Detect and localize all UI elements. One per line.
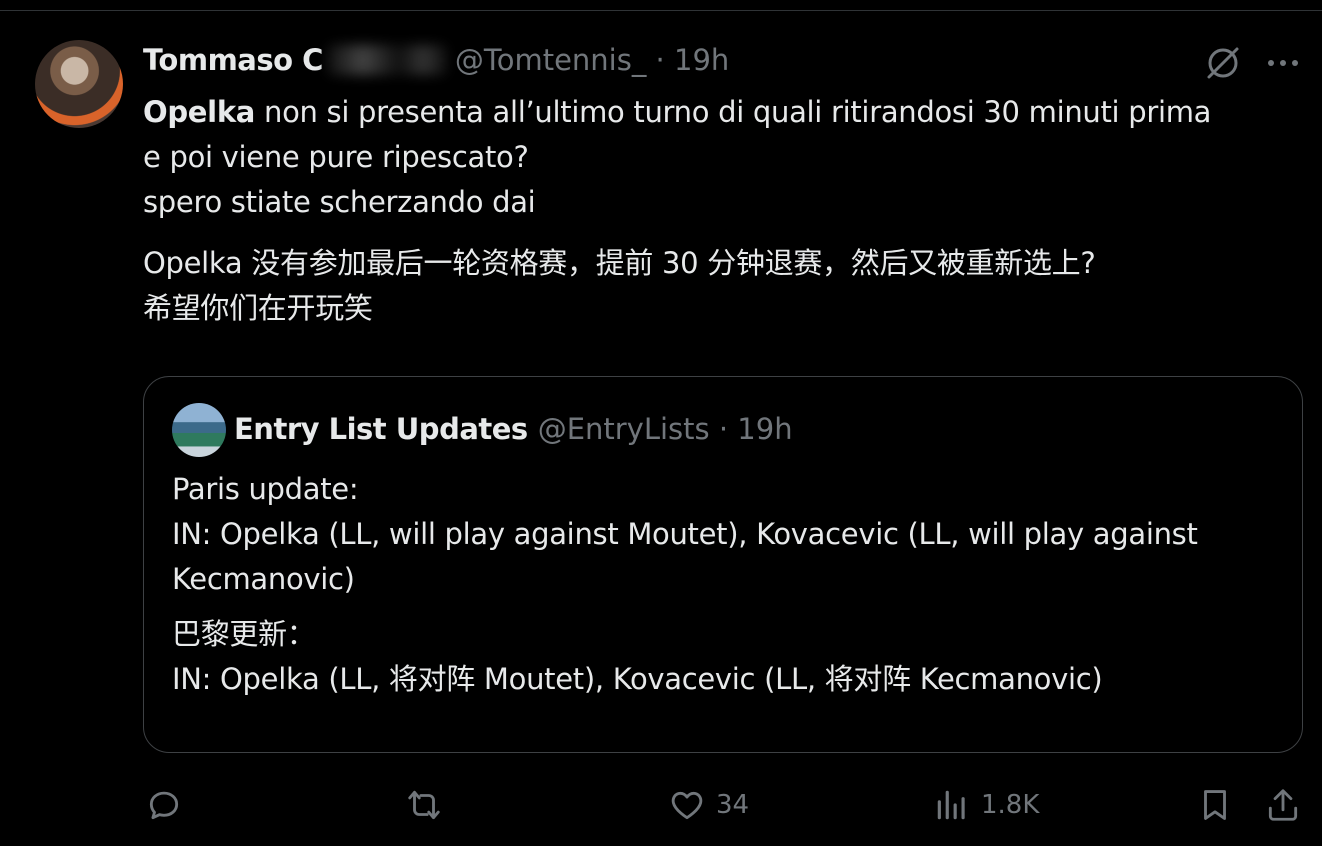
quoted-tweet-card[interactable]: Entry List Updates @EntryLists · 19h Par… [143, 376, 1303, 753]
grok-icon[interactable] [1203, 42, 1243, 82]
views-button[interactable]: 1.8K [933, 780, 1039, 830]
tweet-translation-line-1: Opelka 没有参加最后一轮资格赛，提前 30 分钟退赛，然后又被重新选上? [143, 246, 1096, 280]
bookmark-icon [1204, 790, 1226, 820]
share-button[interactable] [1264, 780, 1302, 830]
tweet-header: Tommaso C @Tomtennis_ · 19h [143, 38, 729, 82]
share-icon [1268, 789, 1298, 821]
quoted-tweet-body: Paris update: IN: Opelka (LL, will play … [172, 467, 1282, 702]
quoted-author-handle-time[interactable]: @EntryLists · 19h [538, 412, 793, 446]
quoted-author-avatar[interactable] [172, 403, 226, 457]
author-avatar[interactable] [35, 40, 123, 128]
retweet-button[interactable] [405, 780, 443, 830]
tweet-line-2: e poi viene pure ripescato? [143, 140, 529, 174]
reply-icon [149, 791, 179, 820]
like-count: 34 [716, 790, 750, 820]
more-options-icon[interactable] [1263, 48, 1303, 78]
quoted-translation-line-1: 巴黎更新： [172, 617, 316, 651]
redacted-name-part [326, 45, 447, 75]
reply-button[interactable] [145, 780, 183, 830]
author-display-name[interactable]: Tommaso C [143, 43, 323, 77]
tweet-translation-line-2: 希望你们在开玩笑 [143, 291, 373, 325]
views-icon [937, 790, 965, 820]
retweet-icon [408, 790, 440, 820]
tweet-line-1-rest: non si presenta all’ultimo turno di qual… [255, 95, 1212, 129]
quoted-line-1: Paris update: [172, 472, 359, 506]
tweet-line-3: spero stiate scherzando dai [143, 185, 536, 219]
tweet-bold-word: Opelka [143, 95, 256, 129]
tweet-line-1: Opelka non si presenta all’ultimo turno … [143, 90, 1303, 135]
heart-icon [671, 791, 703, 820]
bookmark-button[interactable] [1196, 780, 1234, 830]
quoted-author-display-name[interactable]: Entry List Updates [234, 412, 528, 446]
tweet-body: Opelka non si presenta all’ultimo turno … [143, 90, 1303, 331]
views-count: 1.8K [981, 790, 1040, 820]
top-divider [0, 10, 1322, 11]
author-handle-time[interactable]: @Tomtennis_ · 19h [455, 43, 729, 77]
tweet-action-bar: 34 1.8K [0, 780, 1322, 830]
quoted-line-3: Kecmanovic) [172, 562, 355, 596]
quoted-tweet-header: Entry List Updates @EntryLists · 19h [234, 407, 793, 451]
like-button[interactable]: 34 [668, 780, 749, 830]
quoted-translation-line-2: IN: Opelka (LL, 将对阵 Moutet), Kovacevic (… [172, 662, 1103, 696]
quoted-line-2: IN: Opelka (LL, will play against Moutet… [172, 517, 1198, 551]
